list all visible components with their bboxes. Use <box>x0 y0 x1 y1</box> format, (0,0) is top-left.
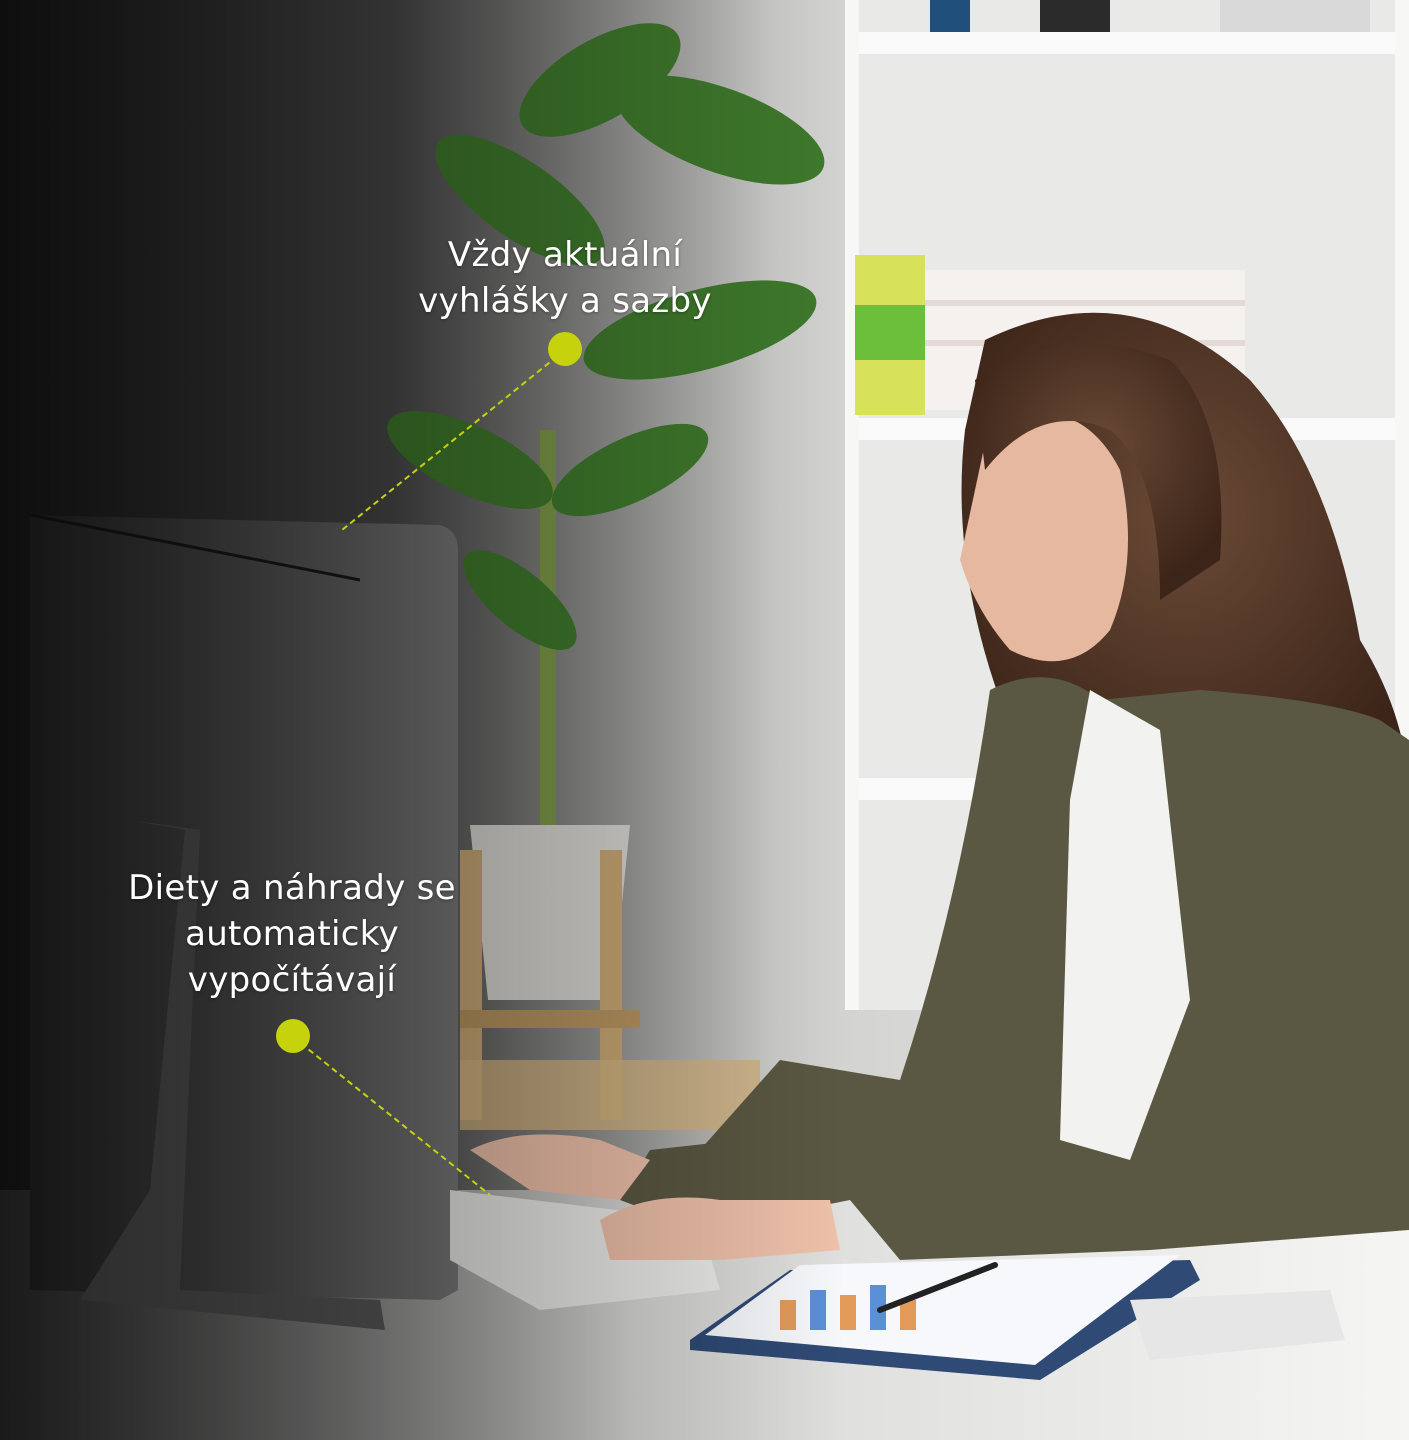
callout-bottom-dot <box>276 1019 310 1053</box>
office-photo <box>0 0 1409 1440</box>
dark-overlay <box>0 0 1409 1440</box>
photo-scene: Vždy aktuální vyhlášky a sazby Diety a n… <box>0 0 1409 1440</box>
callout-top-dot <box>548 332 582 366</box>
callout-bottom-line-1: Diety a náhrady se <box>128 868 456 908</box>
callout-top-line-1: Vždy aktuální <box>447 235 683 275</box>
callout-bottom-line-2: automaticky <box>185 914 399 954</box>
callout-bottom-label: Diety a náhrady se automaticky vypočítáv… <box>92 865 492 1003</box>
callout-bottom-line-3: vypočítávají <box>187 960 397 1000</box>
callout-top-line-2: vyhlášky a sazby <box>418 281 712 321</box>
callout-top-label: Vždy aktuální vyhlášky a sazby <box>380 232 750 324</box>
